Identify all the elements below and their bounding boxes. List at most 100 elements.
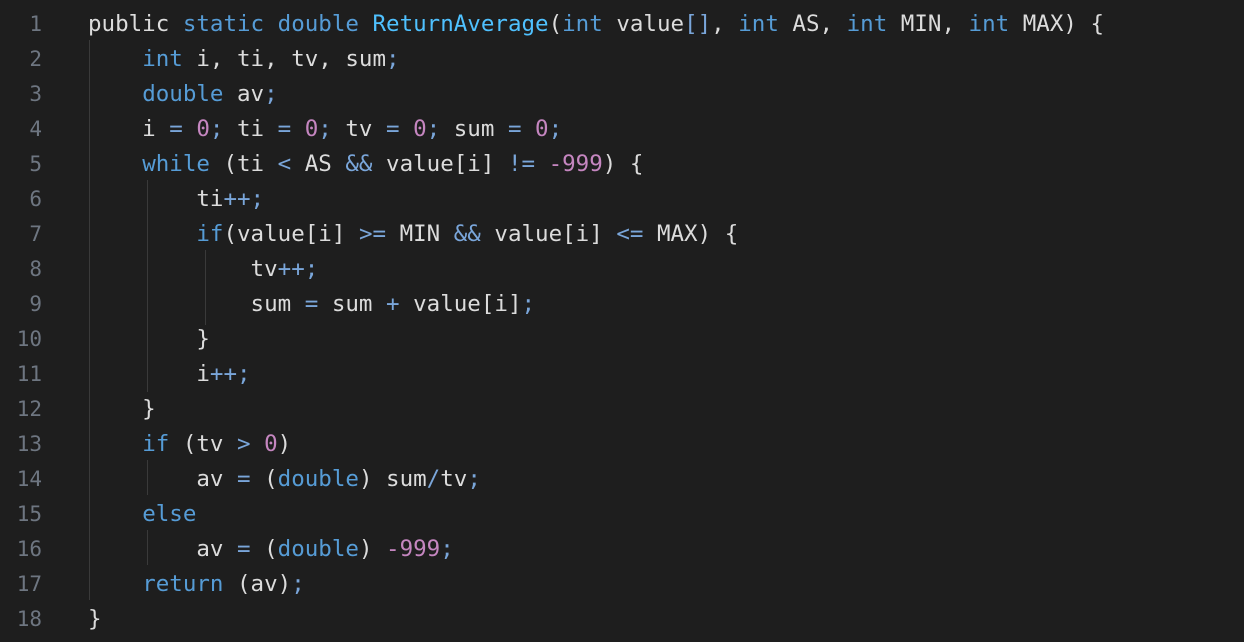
line-number: 6 [29,187,42,211]
code-token: ++; [209,361,251,387]
code-token: i [88,116,170,142]
code-line[interactable]: 5 while (ti < AS && value[i] != -999) { [0,147,1244,182]
code-token: i, ti, tv, sum [182,46,387,72]
code-text: if(value[i] >= MIN && value[i] <= MAX) { [88,217,738,252]
code-token: = [386,116,400,142]
line-number: 2 [29,47,42,71]
code-text: if (tv > 0) [88,427,291,462]
code-token: ; [548,116,563,142]
code-token: ( [250,536,278,562]
code-token: static [182,11,278,37]
code-token: ) sum [358,466,427,492]
code-token: while [142,151,210,177]
line-number: 7 [29,222,42,246]
code-token: ; [426,116,441,142]
code-line[interactable]: 14 av = (double) sum/tv; [0,462,1244,497]
code-line[interactable]: 15 else [0,497,1244,532]
code-token: int [142,46,183,72]
code-text: double av; [88,77,278,112]
code-token: ++; [223,186,265,212]
code-line[interactable]: 17 return (av); [0,567,1244,602]
code-token: 0 [196,116,210,142]
code-line[interactable]: 6 ti++; [0,182,1244,217]
code-line[interactable]: 10 } [0,322,1244,357]
code-text: tv++; [88,252,319,287]
code-line[interactable]: 1 public static double ReturnAverage(int … [0,7,1244,42]
code-token: sum [88,291,305,317]
code-token: 0 [535,116,549,142]
code-token: double [277,466,359,492]
code-token: AS [291,151,346,177]
code-token: value[i] [399,291,522,317]
code-token: double [277,11,373,37]
code-token: < [277,151,292,177]
code-token: ; [440,536,454,562]
code-token: value[i] [480,221,617,247]
code-token: ti [88,186,224,212]
line-number: 9 [29,292,42,316]
code-token: MAX) { [643,221,739,247]
code-line[interactable]: 7 if(value[i] >= MIN && value[i] <= MAX)… [0,217,1244,252]
code-token: if [142,431,170,457]
code-text: public static double ReturnAverage(int v… [88,7,1104,42]
code-token: value[i] [372,151,508,177]
code-line[interactable]: 12 } [0,392,1244,427]
code-token: ; [264,81,278,107]
code-line[interactable]: 13 if (tv > 0) [0,427,1244,462]
code-token: 0 [413,116,427,142]
code-token: (av) [223,571,292,597]
code-token: } [88,396,156,422]
code-line[interactable]: 4 i = 0; ti = 0; tv = 0; sum = 0; [0,112,1244,147]
line-number: 10 [16,327,42,351]
code-token: <= [616,221,644,247]
code-token: value [602,11,685,37]
code-token: tv [331,116,387,142]
code-token: ReturnAverage [372,11,549,37]
code-token: && [453,221,481,247]
code-line[interactable]: 2 int i, ti, tv, sum; [0,42,1244,77]
code-token: ) { [602,151,644,177]
code-token: ; [209,116,224,142]
code-token: = [507,116,522,142]
code-token: > [237,431,251,457]
code-token: MIN, [887,11,969,37]
line-number: 1 [29,12,42,36]
code-line[interactable]: 9 sum = sum + value[i]; [0,287,1244,322]
line-number: 8 [29,257,42,281]
code-token: int [562,11,603,37]
line-number: 13 [16,432,42,456]
code-token: ( [548,11,563,37]
line-number: 18 [16,607,42,631]
code-text: } [88,602,102,637]
code-token: = [237,536,251,562]
line-number: 16 [16,537,42,561]
code-token: , [711,11,739,37]
code-text: } [88,322,210,357]
code-token: -999 [548,151,603,177]
code-token: tv [88,256,278,282]
code-line[interactable]: 8 tv++; [0,252,1244,287]
code-token: ; [467,466,481,492]
code-token: MAX) { [1009,11,1105,37]
code-text: ti++; [88,182,264,217]
code-token: [] [684,11,712,37]
line-number: 12 [16,397,42,421]
code-line[interactable]: 3 double av; [0,77,1244,112]
code-token: if [196,221,224,247]
code-token: + [386,291,400,317]
code-editor[interactable]: 1 public static double ReturnAverage(int … [0,0,1244,642]
code-text: } [88,392,156,427]
code-token: ) [277,431,292,457]
code-line[interactable]: 16 av = (double) -999; [0,532,1244,567]
code-token: av [223,81,265,107]
code-line[interactable]: 11 i++; [0,357,1244,392]
code-line[interactable]: 18} [0,602,1244,637]
